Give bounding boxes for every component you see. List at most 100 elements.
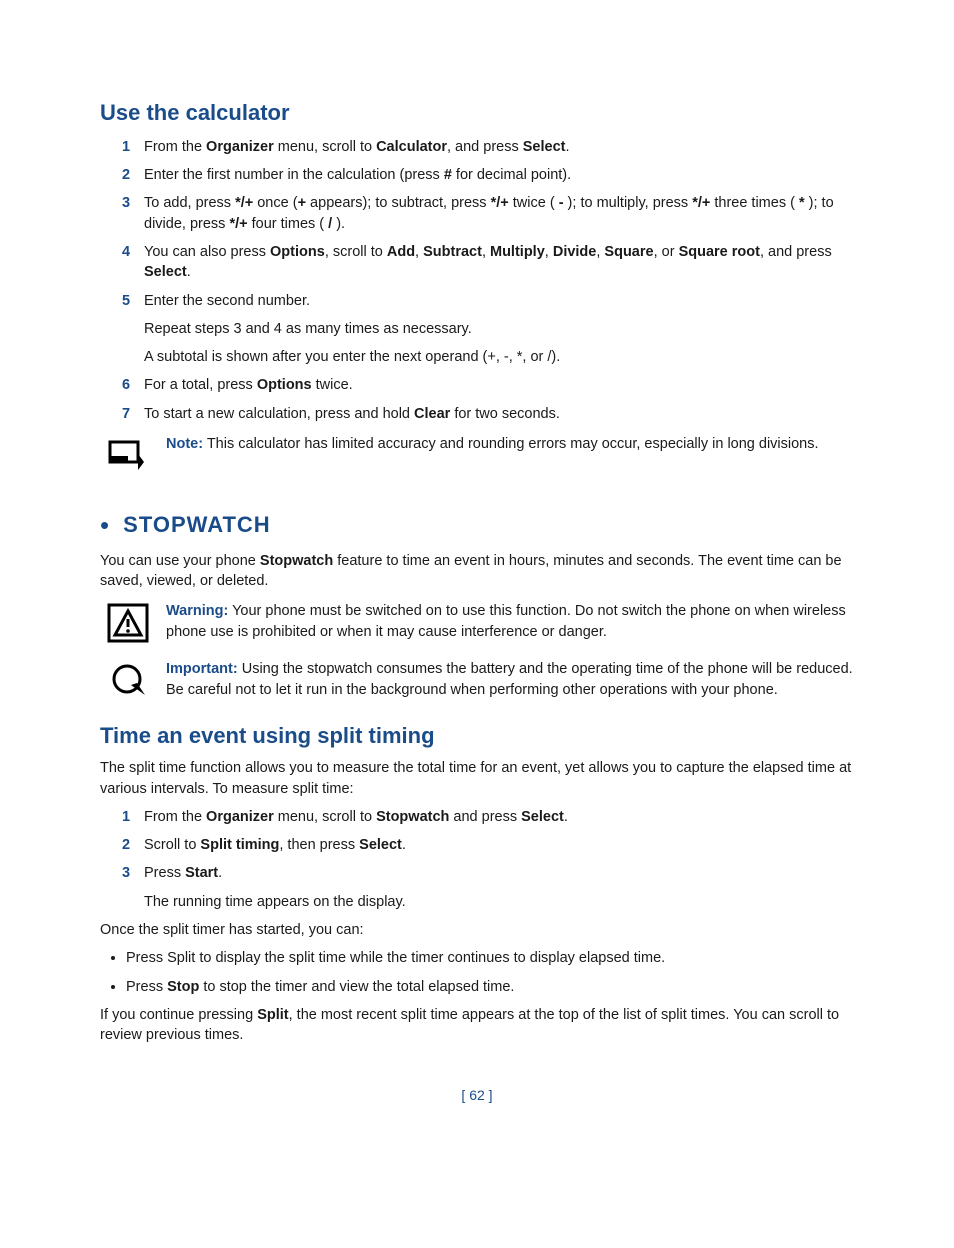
important-text: Important: Using the stopwatch consumes …: [166, 659, 854, 700]
warning-block: Warning: Your phone must be switched on …: [100, 601, 854, 645]
t: .: [402, 837, 406, 853]
bold: Calculator: [376, 139, 447, 155]
t: ); to multiply, press: [564, 195, 693, 211]
step-number: 3: [122, 193, 144, 234]
t: twice (: [509, 195, 559, 211]
t: , and press: [447, 139, 523, 155]
note-text: Note: This calculator has limited accura…: [166, 434, 854, 454]
bullet-text: Press Split to display the split time wh…: [126, 950, 665, 966]
bold: Add: [387, 244, 415, 260]
bold: Stopwatch: [260, 553, 333, 569]
step-number: 2: [122, 835, 144, 855]
bold: Multiply: [490, 244, 545, 260]
step-1: 1 From the Organizer menu, scroll to Cal…: [122, 137, 854, 157]
bold: Divide: [553, 244, 597, 260]
step-text: Enter the second number.: [144, 291, 854, 311]
split-step-1: 1 From the Organizer menu, scroll to Sto…: [122, 807, 854, 827]
step-number: 4: [122, 242, 144, 283]
bold: Stopwatch: [376, 809, 449, 825]
t: .: [566, 139, 570, 155]
stopwatch-intro: You can use your phone Stopwatch feature…: [100, 551, 854, 592]
t: ,: [545, 244, 553, 260]
step-number: 6: [122, 375, 144, 395]
t: To start a new calculation, press and ho…: [144, 406, 414, 422]
t: Press: [144, 865, 185, 881]
calculator-steps: 1 From the Organizer menu, scroll to Cal…: [122, 137, 854, 311]
bold: */+: [235, 195, 253, 211]
step-text: From the Organizer menu, scroll to Stopw…: [144, 807, 854, 827]
bold: +: [298, 195, 306, 211]
bold: Select: [359, 837, 402, 853]
note-block: Note: This calculator has limited accura…: [100, 434, 854, 478]
split-after: Once the split timer has started, you ca…: [100, 920, 854, 940]
t: appears); to subtract, press: [306, 195, 491, 211]
t: From the: [144, 139, 206, 155]
t: You can use your phone: [100, 553, 260, 569]
t: ,: [482, 244, 490, 260]
warning-body: Your phone must be switched on to use th…: [166, 603, 846, 639]
step-number: 1: [122, 137, 144, 157]
t: .: [218, 865, 222, 881]
important-block: Important: Using the stopwatch consumes …: [100, 659, 854, 703]
section-bullet: •: [100, 507, 109, 543]
t: four times (: [248, 216, 329, 232]
bold: Split timing: [200, 837, 279, 853]
t: once (: [253, 195, 297, 211]
step-5: 5 Enter the second number.: [122, 291, 854, 311]
bold: Organizer: [206, 809, 274, 825]
t: , or: [654, 244, 679, 260]
t: For a total, press: [144, 377, 257, 393]
important-icon: [100, 659, 156, 703]
step-number: 3: [122, 863, 144, 883]
split-step-3: 3 Press Start.: [122, 863, 854, 883]
bold: Organizer: [206, 139, 274, 155]
stopwatch-heading-row: • Stopwatch: [100, 492, 854, 547]
bold: #: [444, 167, 452, 183]
t: To add, press: [144, 195, 235, 211]
step-number: 2: [122, 165, 144, 185]
warning-icon: [100, 601, 156, 645]
t: Scroll to: [144, 837, 200, 853]
step-6: 6 For a total, press Options twice.: [122, 375, 854, 395]
t: for two seconds.: [450, 406, 560, 422]
bold: Subtract: [423, 244, 482, 260]
t: , then press: [279, 837, 359, 853]
list-item: Press Split to display the split time wh…: [126, 948, 854, 968]
split-step-3-sub: The running time appears on the display.: [144, 892, 854, 912]
bold: */+: [692, 195, 710, 211]
t: ,: [415, 244, 423, 260]
note-icon: [100, 434, 156, 478]
split-final: If you continue pressing Split, the most…: [100, 1005, 854, 1046]
heading-use-calculator: Use the calculator: [100, 98, 854, 129]
split-steps: 1 From the Organizer menu, scroll to Sto…: [122, 807, 854, 884]
page-number: [ 62 ]: [100, 1086, 854, 1106]
t: menu, scroll to: [274, 139, 376, 155]
t: .: [564, 809, 568, 825]
bold: Square: [604, 244, 653, 260]
step-text: Scroll to Split timing, then press Selec…: [144, 835, 854, 855]
step-3: 3 To add, press */+ once (+ appears); to…: [122, 193, 854, 234]
split-intro: The split time function allows you to me…: [100, 758, 854, 799]
step-text: From the Organizer menu, scroll to Calcu…: [144, 137, 854, 157]
bold: */+: [229, 216, 247, 232]
bold: Start: [185, 865, 218, 881]
bold: Select: [521, 809, 564, 825]
step-text: You can also press Options, scroll to Ad…: [144, 242, 854, 283]
note-label: Note:: [166, 436, 203, 452]
t: Enter the first number in the calculatio…: [144, 167, 444, 183]
bold: Stop: [167, 979, 199, 995]
bold: */+: [491, 195, 509, 211]
important-label: Important:: [166, 661, 238, 677]
bold: Select: [144, 264, 187, 280]
t: , and press: [760, 244, 832, 260]
t: ).: [332, 216, 345, 232]
warning-label: Warning:: [166, 603, 228, 619]
t: If you continue pressing: [100, 1007, 257, 1023]
bold: Options: [270, 244, 325, 260]
bold: Select: [523, 139, 566, 155]
step-2: 2 Enter the first number in the calculat…: [122, 165, 854, 185]
step-text: Press Start.: [144, 863, 854, 883]
t: You can also press: [144, 244, 270, 260]
t: menu, scroll to: [274, 809, 376, 825]
step-text: For a total, press Options twice.: [144, 375, 854, 395]
